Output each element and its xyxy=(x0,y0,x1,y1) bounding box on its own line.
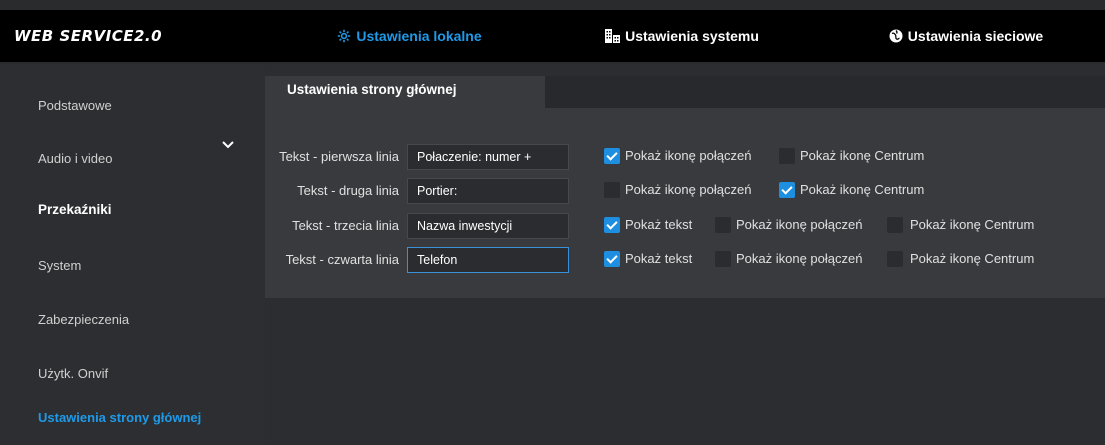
tab-local-settings[interactable]: Ustawienia lokalne xyxy=(282,10,537,62)
line-1-text-input[interactable] xyxy=(407,144,569,170)
sidebar-item-system[interactable]: System xyxy=(38,258,81,273)
row-label: Tekst - trzecia linia xyxy=(292,218,399,233)
checkbox-label: Pokaż ikonę połączeń xyxy=(736,217,863,232)
row-label: Tekst - druga linia xyxy=(297,183,399,198)
tab-network-settings[interactable]: Ustawienia sieciowe xyxy=(827,10,1105,62)
sidebar-item-basic[interactable]: Podstawowe xyxy=(38,98,112,113)
show-call-icon-checkbox[interactable] xyxy=(604,148,620,164)
sidebar-item-onvif-user[interactable]: Użytk. Onvif xyxy=(38,366,108,381)
show-call-icon-checkbox[interactable] xyxy=(604,182,620,198)
line-2-text-input[interactable] xyxy=(407,178,569,204)
settings-row-line-1: Tekst - pierwsza linia Pokaż ikonę połąc… xyxy=(265,143,1105,171)
checkbox-label: Pokaż tekst xyxy=(625,251,693,266)
globe-icon xyxy=(889,29,903,43)
show-text-checkbox[interactable] xyxy=(604,251,620,267)
gear-icon xyxy=(337,29,351,43)
sidebar-item-relays[interactable]: Przekaźniki xyxy=(38,202,112,217)
main-nav: Ustawienia lokalne Ustawienia systemu Us… xyxy=(282,10,1105,62)
sidebar-item-audio-video[interactable]: Audio i video xyxy=(38,151,112,166)
checkbox-label: Pokaż ikonę połączeń xyxy=(625,148,752,163)
line-4-text-input[interactable] xyxy=(407,247,569,273)
checkbox-label: Pokaż tekst xyxy=(625,217,693,232)
chevron-down-icon[interactable] xyxy=(221,140,235,150)
checkbox-label: Pokaż ikonę połączeń xyxy=(736,251,863,266)
show-center-icon-checkbox[interactable] xyxy=(779,148,795,164)
checkbox-label: Pokaż ikonę Centrum xyxy=(910,217,1035,232)
show-call-icon-checkbox[interactable] xyxy=(715,251,731,267)
show-center-icon-checkbox[interactable] xyxy=(887,251,903,267)
show-call-icon-checkbox[interactable] xyxy=(715,217,731,233)
building-icon xyxy=(605,29,621,43)
row-label: Tekst - czwarta linia xyxy=(285,252,399,267)
tab-local-settings-label: Ustawienia lokalne xyxy=(356,28,482,44)
app-logo: WEB SERVICE2.0 xyxy=(0,10,282,62)
show-center-icon-checkbox[interactable] xyxy=(887,217,903,233)
top-bar: WEB SERVICE2.0 Ustawienia lokalne Ustawi… xyxy=(0,0,1105,64)
show-text-checkbox[interactable] xyxy=(604,217,620,233)
checkbox-label: Pokaż ikonę połączeń xyxy=(625,182,752,197)
checkbox-label: Pokaż ikonę Centrum xyxy=(910,251,1035,266)
checkbox-label: Pokaż ikonę Centrum xyxy=(800,148,925,163)
sidebar-item-security[interactable]: Zabezpieczenia xyxy=(38,312,129,327)
settings-row-line-3: Tekst - trzecia linia Pokaż tekst Pokaż … xyxy=(265,212,1105,240)
tab-system-settings-label: Ustawienia systemu xyxy=(625,28,759,44)
tab-system-settings[interactable]: Ustawienia systemu xyxy=(537,10,827,62)
sidebar-item-homepage-settings[interactable]: Ustawienia strony głównej xyxy=(38,410,201,425)
sidebar: Podstawowe Audio i video Przekaźniki Sys… xyxy=(0,64,265,445)
settings-row-line-2: Tekst - druga linia Pokaż ikonę połączeń… xyxy=(265,177,1105,205)
show-center-icon-checkbox[interactable] xyxy=(779,182,795,198)
settings-row-line-4: Tekst - czwarta linia Pokaż tekst Pokaż … xyxy=(265,246,1105,274)
row-label: Tekst - pierwsza linia xyxy=(279,149,399,164)
panel-tab-homepage-settings[interactable]: Ustawienia strony głównej xyxy=(265,76,545,108)
tab-network-settings-label: Ustawienia sieciowe xyxy=(907,28,1044,44)
line-3-text-input[interactable] xyxy=(407,213,569,239)
checkbox-label: Pokaż ikonę Centrum xyxy=(800,182,925,197)
